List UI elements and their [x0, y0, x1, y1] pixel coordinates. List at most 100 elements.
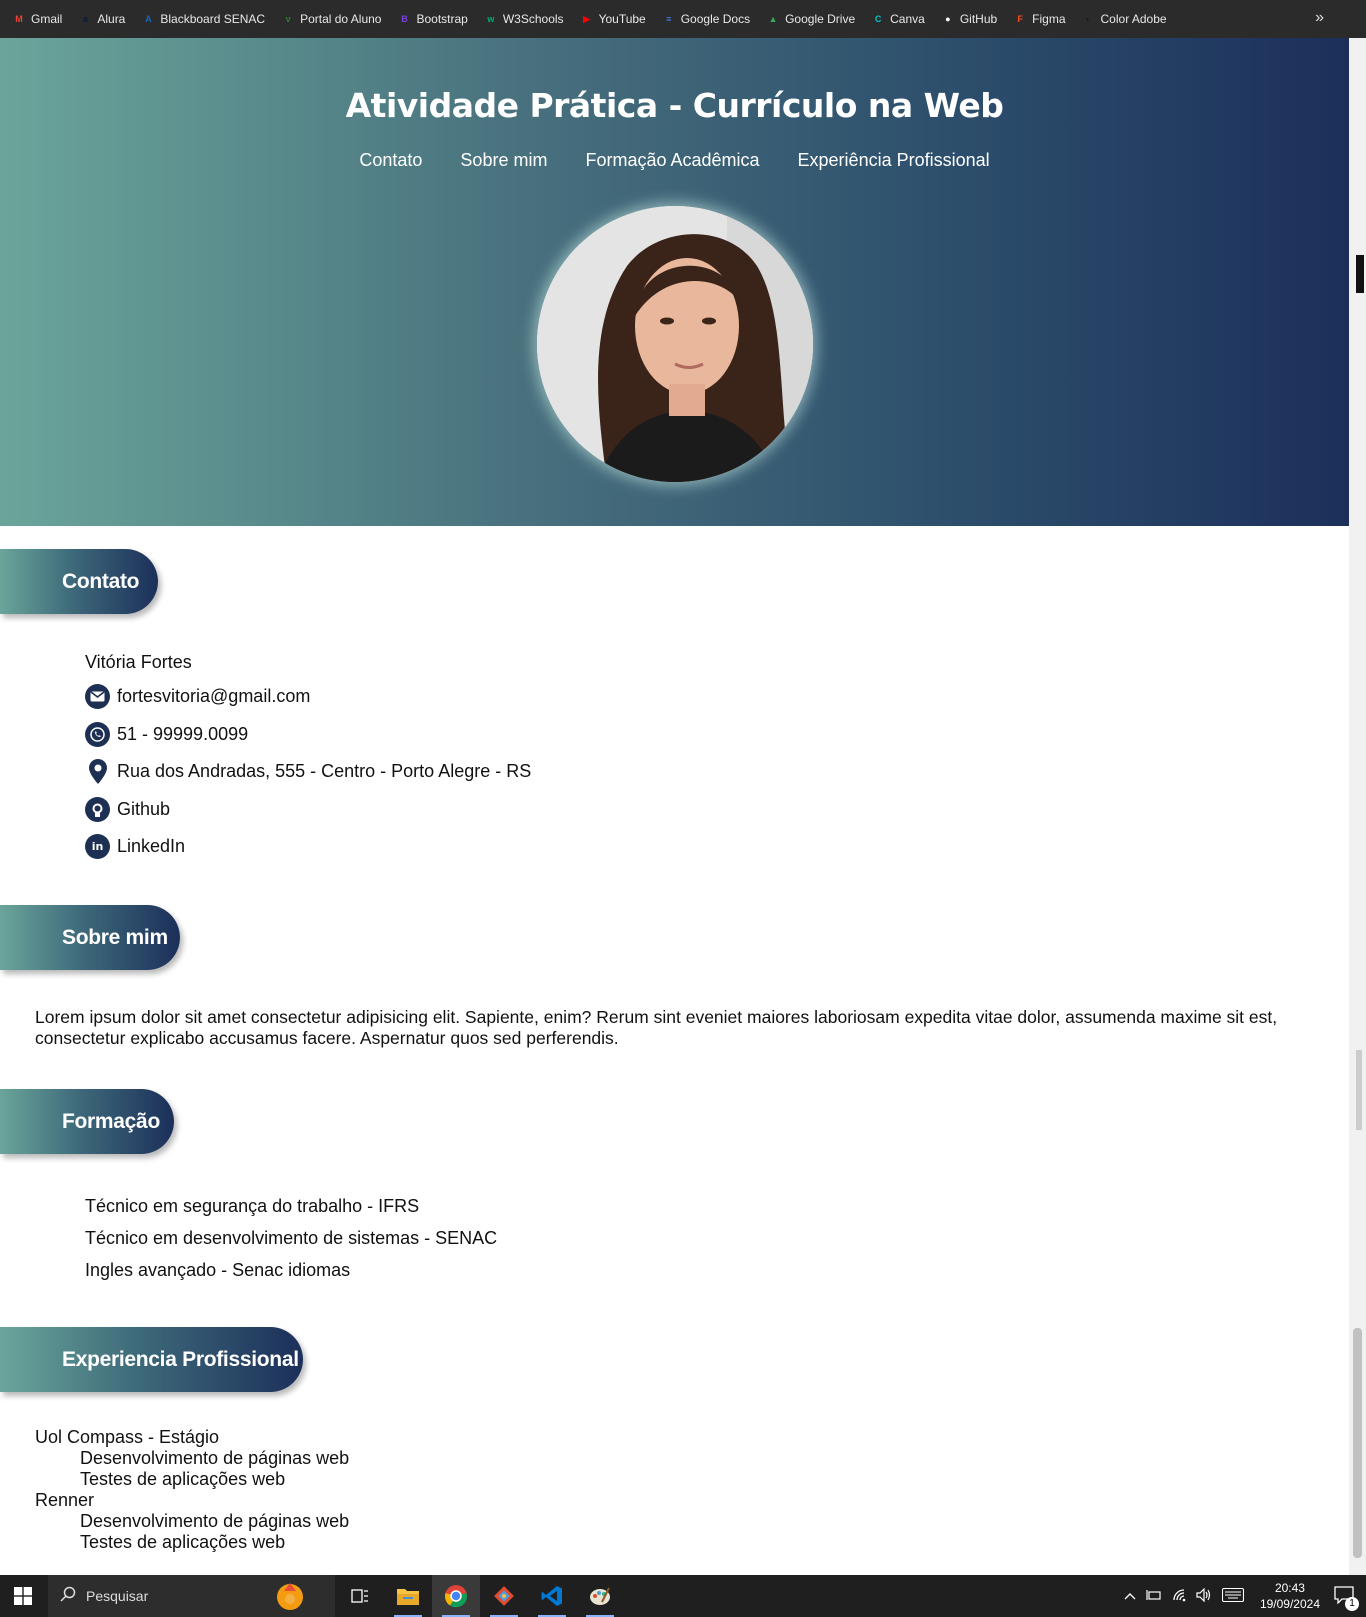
bookmark-w3schools[interactable]: w W3Schools	[484, 12, 564, 26]
file-explorer-icon[interactable]	[384, 1575, 432, 1617]
experiencia-task: Desenvolvimento de páginas web	[80, 1448, 350, 1468]
battery-icon[interactable]	[1146, 1589, 1162, 1604]
section-title-formacao: Formação	[62, 1109, 160, 1133]
bookmark-github[interactable]: ● GitHub	[941, 12, 997, 26]
wifi-icon[interactable]	[1172, 1588, 1188, 1605]
contact-phone-row[interactable]: 51 - 99999.0099	[85, 716, 531, 754]
section-banner-contato: Contato	[0, 549, 158, 614]
nav-link-contato[interactable]: Contato	[359, 150, 422, 171]
section-banner-experiencia: Experiencia Profissional	[0, 1327, 303, 1392]
contact-email[interactable]: fortesvitoria@gmail.com	[117, 686, 310, 707]
contact-linkedin-row[interactable]: in LinkedIn	[85, 828, 531, 866]
contact-linkedin-link[interactable]: LinkedIn	[117, 836, 185, 857]
canva-icon: C	[874, 14, 882, 24]
bookmark-label: Figma	[1032, 12, 1066, 26]
nav-link-formacao[interactable]: Formação Acadêmica	[585, 150, 759, 171]
scrollbar-marker	[1356, 1050, 1362, 1130]
bookmark-alura[interactable]: a Alura	[78, 12, 126, 26]
formacao-item: Técnico em desenvolvimento de sistemas -…	[85, 1228, 498, 1248]
notification-count: 1	[1345, 1596, 1359, 1611]
clock-time: 20:43	[1274, 1581, 1305, 1595]
bookmark-label: Blackboard SENAC	[160, 12, 266, 26]
alura-icon: a	[82, 14, 88, 24]
bookmark-google-drive[interactable]: ▲ Google Drive	[766, 12, 856, 26]
section-title-sobre-mim: Sobre mim	[62, 925, 168, 949]
chevron-up-icon[interactable]	[1124, 1589, 1136, 1603]
google-docs-icon: ≡	[666, 14, 672, 24]
bookmark-label: W3Schools	[502, 12, 564, 26]
contact-list: Vitória Fortes fortesvitoria@gmail.com 5…	[85, 652, 531, 866]
formacao-item: Ingles avançado - Senac idiomas	[85, 1260, 351, 1280]
scrollbar-thumb[interactable]	[1353, 1328, 1362, 1558]
location-pin-icon	[85, 759, 110, 785]
bookmark-figma[interactable]: F Figma	[1013, 12, 1065, 26]
bookmarks-bar: M Gmail a Alura A Blackboard SENAC v Portal do …	[0, 0, 1366, 38]
bookmark-gmail[interactable]: M Gmail	[12, 12, 62, 26]
bookmark-label: Bootstrap	[416, 12, 468, 26]
bookmark-color-adobe[interactable]: ◐ Color Adobe	[1082, 12, 1167, 26]
formacao-item: Técnico em segurança do trabalho - IFRS	[85, 1196, 420, 1216]
contact-github-link[interactable]: Github	[117, 799, 170, 820]
google-drive-icon: ▲	[768, 14, 778, 24]
git-app-icon[interactable]	[480, 1575, 528, 1617]
taskbar-search-placeholder: Pesquisar	[86, 1588, 149, 1604]
keyboard-icon[interactable]	[1221, 1587, 1244, 1605]
chrome-icon[interactable]	[432, 1575, 480, 1617]
experiencia-company: Renner	[35, 1490, 95, 1510]
contact-phone[interactable]: 51 - 99999.0099	[117, 724, 248, 745]
contact-github-row[interactable]: Github	[85, 791, 531, 829]
w3schools-icon: w	[487, 14, 495, 24]
nav-link-experiencia[interactable]: Experiência Profissional	[798, 150, 990, 171]
bookmark-youtube[interactable]: ▶ YouTube	[580, 12, 646, 26]
taskbar-search[interactable]: Pesquisar	[48, 1575, 335, 1617]
system-clock[interactable]: 20:43 19/09/2024	[1260, 1580, 1320, 1612]
gmail-icon: M	[15, 14, 23, 24]
portal-icon: v	[285, 14, 291, 24]
scrollbar-marker	[1356, 255, 1364, 293]
bookmark-google-docs[interactable]: ≡ Google Docs	[662, 12, 750, 26]
bookmark-bootstrap[interactable]: B Bootstrap	[397, 12, 468, 26]
figma-icon: F	[1017, 14, 1023, 24]
whatsapp-icon	[85, 721, 110, 747]
adobe-color-icon: ◐	[1085, 14, 1092, 24]
section-banner-sobre-mim: Sobre mim	[0, 905, 180, 970]
bookmark-canva[interactable]: C Canva	[871, 12, 925, 26]
bookmark-label: Canva	[890, 12, 925, 26]
vscode-icon[interactable]	[528, 1575, 576, 1617]
section-title-contato: Contato	[62, 569, 140, 593]
experiencia-task: Testes de aplicações web	[80, 1469, 286, 1489]
bookmark-label: Portal do Aluno	[300, 12, 382, 26]
notification-icon[interactable]: 1	[1334, 1585, 1359, 1611]
task-view-icon[interactable]	[336, 1575, 384, 1617]
bootstrap-icon: B	[401, 14, 408, 24]
clock-date: 19/09/2024	[1259, 1597, 1320, 1611]
bookmark-label: GitHub	[959, 12, 998, 26]
page-header: Atividade Prática - Currículo na Web Con…	[0, 38, 1349, 526]
windows-taskbar: Pesquisar 20:43 19/09/2024 1	[0, 1575, 1366, 1617]
blackboard-icon: A	[145, 14, 152, 24]
github-icon: ●	[945, 14, 951, 24]
search-highlight-icon	[270, 1577, 310, 1617]
about-text: Lorem ipsum dolor sit amet consectetur a…	[35, 1007, 1278, 1048]
experiencia-task: Testes de aplicações web	[80, 1532, 286, 1552]
main-nav: Contato Sobre mim Formação Acadêmica Exp…	[0, 150, 1349, 171]
contact-email-row[interactable]: fortesvitoria@gmail.com	[85, 678, 531, 716]
bookmark-label: YouTube	[598, 12, 646, 26]
bookmark-label: Color Adobe	[1100, 12, 1167, 26]
bookmark-label: Alura	[97, 12, 126, 26]
linkedin-icon: in	[85, 834, 110, 860]
volume-icon[interactable]	[1196, 1587, 1212, 1605]
more-bookmarks-icon[interactable]: »	[1315, 9, 1324, 27]
youtube-icon: ▶	[583, 13, 591, 24]
nav-link-sobre-mim[interactable]: Sobre mim	[460, 150, 547, 171]
bookmark-label: Gmail	[31, 12, 63, 26]
bookmark-portal-do-aluno[interactable]: v Portal do Aluno	[281, 12, 382, 26]
section-title-experiencia: Experiencia Profissional	[62, 1347, 299, 1371]
email-icon	[85, 684, 110, 710]
bookmark-blackboard-senac[interactable]: A Blackboard SENAC	[141, 12, 265, 26]
windows-start-icon[interactable]	[14, 1587, 32, 1605]
profile-photo	[537, 206, 813, 482]
contact-address: Rua dos Andradas, 555 - Centro - Porto A…	[117, 761, 532, 782]
paint-app-icon[interactable]	[576, 1575, 624, 1617]
formacao-list: Técnico em segurança do trabalho - IFRS …	[85, 1196, 497, 1292]
